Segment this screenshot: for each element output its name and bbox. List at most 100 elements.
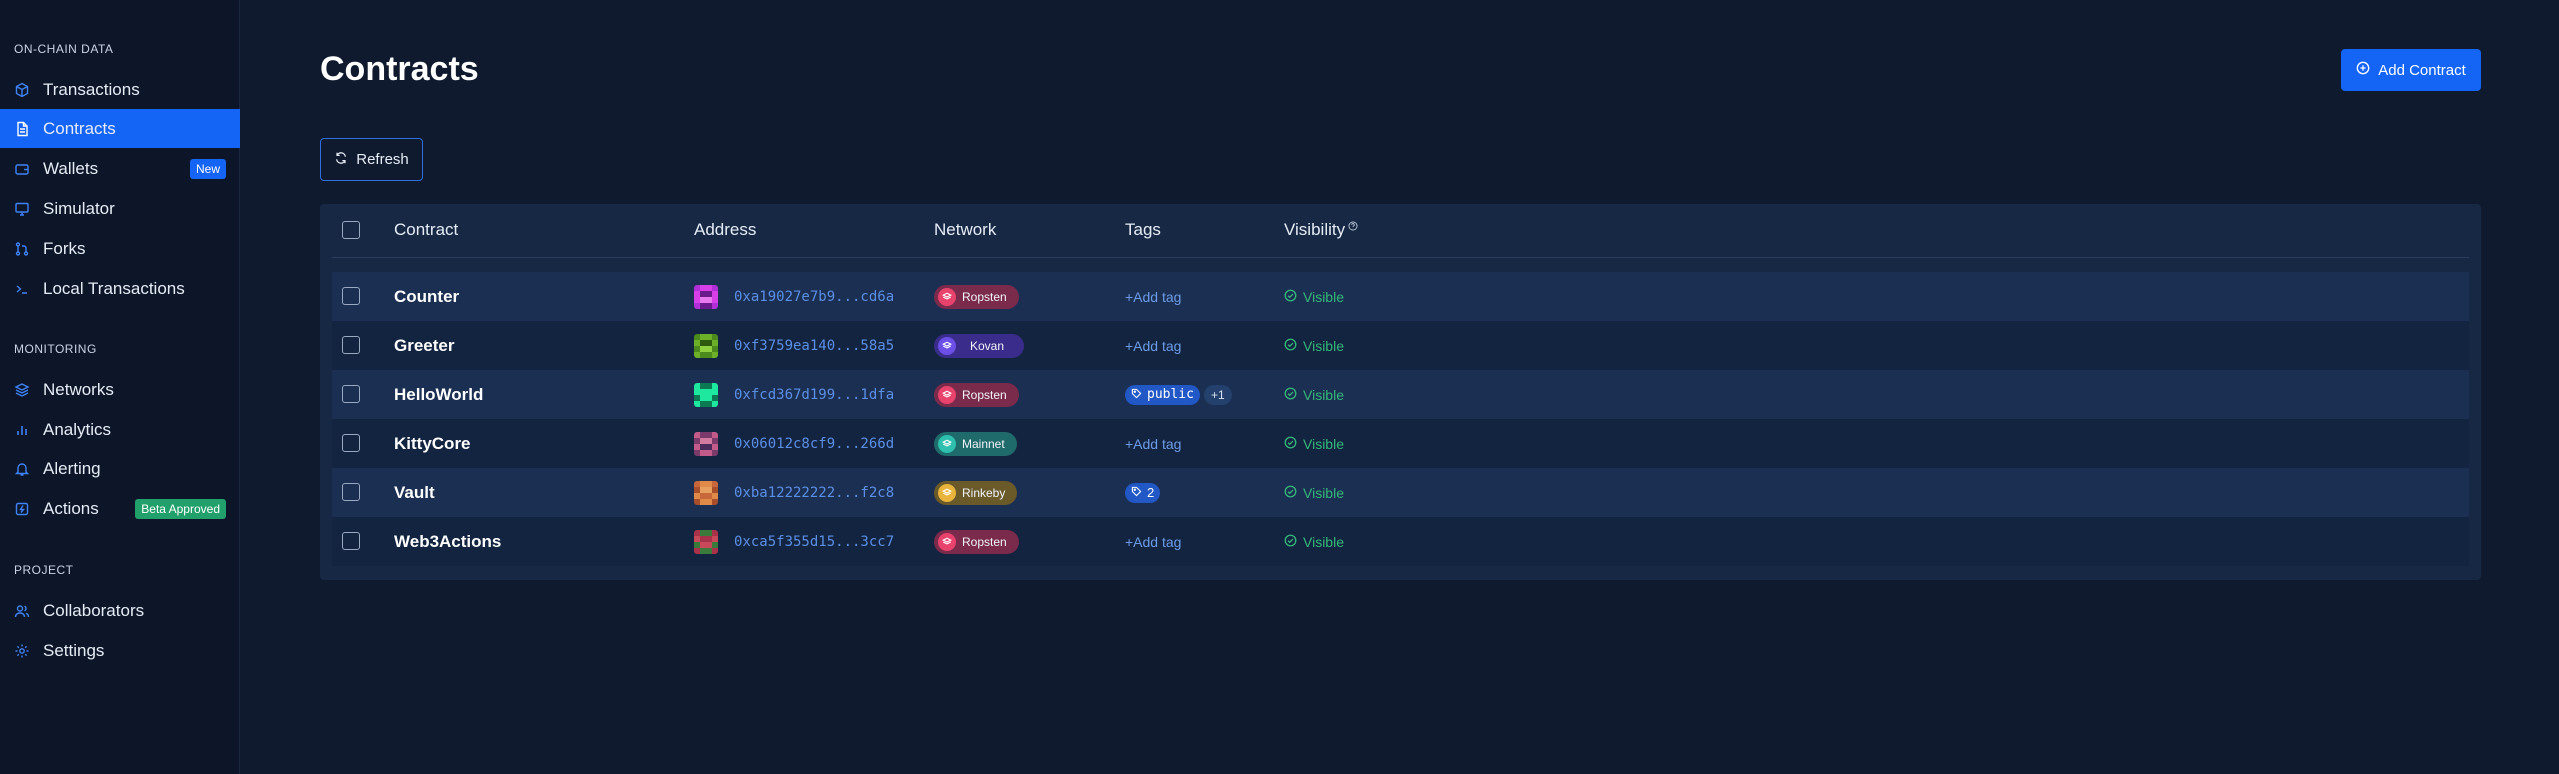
column-header-network[interactable]: Network	[934, 220, 996, 240]
add-tag-button[interactable]: +Add tag	[1125, 338, 1181, 354]
sidebar-item-simulator[interactable]: Simulator	[0, 189, 240, 228]
contracts-table: Contract Address Network Tags Visibility…	[320, 204, 2481, 580]
table-row[interactable]: KittyCore 0x06012c8cf9...266d Mainnet +A…	[332, 419, 2469, 468]
tag-icon	[1131, 485, 1142, 500]
visibility-label: Visible	[1303, 337, 1344, 354]
row-checkbox[interactable]	[342, 434, 360, 452]
contract-avatar	[694, 284, 718, 309]
refresh-button[interactable]: Refresh	[320, 138, 423, 181]
tag-badge[interactable]: 2	[1125, 482, 1161, 503]
table-row[interactable]: Vault 0xba12222222...f2c8 Rinkeby 2 Visi…	[332, 468, 2469, 517]
contract-avatar	[694, 382, 718, 407]
column-header-tags[interactable]: Tags	[1125, 220, 1161, 240]
tag-icon	[1131, 387, 1142, 402]
network-badge: Ropsten	[934, 284, 1019, 309]
table-header: Contract Address Network Tags Visibility	[332, 204, 2469, 258]
column-header-contract[interactable]: Contract	[394, 220, 458, 240]
bar-chart-icon	[14, 422, 30, 438]
visibility-label: Visible	[1303, 533, 1344, 550]
tag-count-badge[interactable]: +1	[1203, 384, 1232, 405]
sidebar-item-collaborators[interactable]: Collaborators	[0, 591, 240, 630]
sidebar-item-label: Transactions	[43, 79, 140, 99]
network-icon	[938, 385, 956, 404]
refresh-label: Refresh	[356, 151, 409, 168]
add-tag-button[interactable]: +Add tag	[1125, 534, 1181, 550]
help-icon[interactable]	[1348, 216, 1358, 236]
visibility-label: Visible	[1303, 288, 1344, 305]
add-contract-button[interactable]: Add Contract	[2341, 49, 2481, 91]
sidebar: ON-CHAIN DATA Transactions Contracts Wal…	[0, 0, 240, 774]
visibility-label: Visibility	[1284, 220, 1346, 239]
network-label: Ropsten	[962, 387, 1007, 402]
table-row[interactable]: Greeter 0xf3759ea140...58a5 Kovan +Add t…	[332, 321, 2469, 370]
sidebar-item-label: Local Transactions	[43, 278, 185, 298]
contract-name[interactable]: KittyCore	[394, 419, 471, 468]
check-circle-icon	[1284, 387, 1297, 403]
tag-badge[interactable]: public	[1125, 384, 1200, 405]
contract-address[interactable]: 0xa19027e7b9...cd6a	[734, 289, 894, 305]
column-header-address[interactable]: Address	[694, 220, 756, 240]
sidebar-item-wallets[interactable]: Wallets New	[0, 149, 240, 188]
tag-label: public	[1147, 387, 1194, 402]
contract-avatar	[694, 431, 718, 456]
contract-address[interactable]: 0xca5f355d15...3cc7	[734, 534, 894, 550]
visibility-status[interactable]: Visible	[1284, 419, 1344, 468]
row-checkbox[interactable]	[342, 483, 360, 501]
sidebar-item-local-transactions[interactable]: Local Transactions	[0, 269, 240, 308]
contract-name[interactable]: Greeter	[394, 321, 454, 370]
sidebar-item-forks[interactable]: Forks	[0, 229, 240, 268]
sidebar-item-alerting[interactable]: Alerting	[0, 449, 240, 488]
select-all-checkbox[interactable]	[342, 221, 360, 239]
column-header-visibility[interactable]: Visibility	[1284, 220, 1358, 240]
contract-avatar	[694, 333, 718, 358]
contract-avatar	[694, 480, 718, 505]
row-checkbox[interactable]	[342, 532, 360, 550]
contract-name[interactable]: Web3Actions	[394, 517, 501, 566]
sidebar-item-label: Analytics	[43, 419, 112, 439]
terminal-icon	[14, 281, 30, 297]
add-contract-label: Add Contract	[2378, 61, 2466, 79]
visibility-status[interactable]: Visible	[1284, 272, 1344, 321]
contract-address[interactable]: 0xf3759ea140...58a5	[734, 338, 894, 354]
add-tag-button[interactable]: +Add tag	[1125, 436, 1181, 452]
sidebar-item-actions[interactable]: Actions Beta Approved	[0, 489, 240, 528]
sidebar-item-settings[interactable]: Settings	[0, 631, 240, 670]
add-tag-button[interactable]: +Add tag	[1125, 289, 1181, 305]
cube-icon	[14, 82, 30, 98]
contract-avatar	[694, 529, 718, 554]
sidebar-item-networks[interactable]: Networks	[0, 370, 240, 409]
contract-address[interactable]: 0xfcd367d199...1dfa	[734, 387, 894, 403]
visibility-label: Visible	[1303, 435, 1344, 452]
row-checkbox[interactable]	[342, 336, 360, 354]
contract-name[interactable]: HelloWorld	[394, 370, 483, 419]
visibility-status[interactable]: Visible	[1284, 321, 1344, 370]
fork-icon	[14, 241, 30, 257]
visibility-status[interactable]: Visible	[1284, 468, 1344, 517]
sidebar-item-analytics[interactable]: Analytics	[0, 410, 240, 449]
sidebar-item-label: Contracts	[43, 118, 116, 138]
sidebar-item-contracts[interactable]: Contracts	[0, 109, 240, 148]
table-row[interactable]: Web3Actions 0xca5f355d15...3cc7 Ropsten …	[332, 517, 2469, 566]
sidebar-item-transactions[interactable]: Transactions	[0, 70, 240, 109]
check-circle-icon	[1284, 534, 1297, 550]
contract-address[interactable]: 0xba12222222...f2c8	[734, 485, 894, 501]
check-circle-icon	[1284, 436, 1297, 452]
table-row[interactable]: Counter 0xa19027e7b9...cd6a Ropsten +Add…	[332, 272, 2469, 321]
visibility-status[interactable]: Visible	[1284, 517, 1344, 566]
row-checkbox[interactable]	[342, 287, 360, 305]
layers-icon	[14, 382, 30, 398]
contract-name[interactable]: Vault	[394, 468, 435, 517]
check-circle-icon	[1284, 338, 1297, 354]
network-label: Kovan	[970, 338, 1005, 353]
network-label: Rinkeby	[962, 485, 1006, 500]
contract-name[interactable]: Counter	[394, 272, 459, 321]
check-circle-icon	[1284, 485, 1297, 501]
sidebar-item-label: Actions	[43, 498, 99, 518]
check-circle-icon	[1284, 289, 1297, 305]
table-row[interactable]: HelloWorld 0xfcd367d199...1dfa Ropsten p…	[332, 370, 2469, 419]
visibility-status[interactable]: Visible	[1284, 370, 1344, 419]
contract-address[interactable]: 0x06012c8cf9...266d	[734, 436, 894, 452]
row-checkbox[interactable]	[342, 385, 360, 403]
section-title-monitoring: MONITORING	[14, 342, 97, 356]
sidebar-item-label: Wallets	[43, 158, 99, 178]
